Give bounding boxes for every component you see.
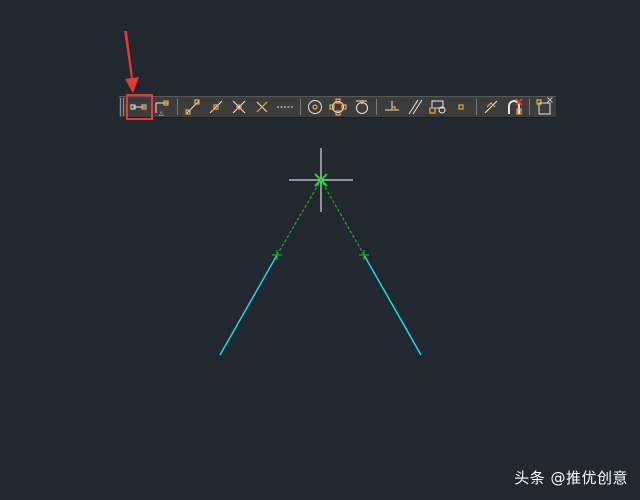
snap-to-intersection-button[interactable] <box>182 97 203 117</box>
snap-to-nearest-icon <box>484 100 498 114</box>
tracking-line-right <box>320 179 365 256</box>
snap-to-quadrant-button[interactable] <box>328 97 349 117</box>
snap-to-midpoint-icon: △ <box>155 100 170 116</box>
toolbar-grip[interactable] <box>120 98 126 116</box>
svg-text:△: △ <box>159 110 164 116</box>
snap-to-center-icon <box>308 100 323 114</box>
snap-to-midpoint-button[interactable]: △ <box>152 97 173 117</box>
toolbar-separator <box>528 99 530 115</box>
snap-to-perpendicular-x-button[interactable] <box>251 97 272 117</box>
snap-to-extension-button[interactable] <box>228 97 249 117</box>
snap-to-perpendicular-icon <box>384 101 399 111</box>
tracking-marker-right <box>359 250 369 260</box>
snap-to-perpendicular-x-icon <box>256 101 268 113</box>
snap-to-nearest-button[interactable] <box>481 97 502 117</box>
snap-to-endpoint-button[interactable] <box>125 94 153 120</box>
snap-to-extension-dashed-button[interactable] <box>275 97 296 117</box>
snap-to-parallel-icon <box>408 99 423 115</box>
snap-none-icon <box>508 98 523 115</box>
drawing-canvas[interactable] <box>0 0 640 500</box>
snap-none-button[interactable] <box>504 97 525 117</box>
snap-to-center-button[interactable] <box>305 97 326 117</box>
snap-to-perpendicular-button[interactable] <box>381 97 402 117</box>
snap-to-apparent-intersection-icon <box>209 100 223 114</box>
annotation-arrow <box>124 31 139 93</box>
snap-to-node-button[interactable] <box>451 97 472 117</box>
toolbar-close-button[interactable]: × <box>546 95 554 107</box>
snap-to-quadrant-icon <box>329 98 347 116</box>
snap-to-extension-icon <box>232 100 246 114</box>
snap-to-endpoint-icon <box>130 104 147 110</box>
snap-to-insert-icon <box>429 100 446 114</box>
snap-to-node-icon <box>458 104 464 110</box>
cyan-line-right[interactable] <box>363 254 422 356</box>
snap-to-tangent-icon <box>355 99 368 114</box>
toolbar-separator <box>376 99 378 115</box>
toolbar-separator <box>177 99 179 115</box>
snap-to-extension-dashed-icon <box>277 106 294 108</box>
snap-to-intersection-icon <box>184 99 200 115</box>
snap-to-parallel-button[interactable] <box>404 97 425 117</box>
watermark: 头条 @推优创意 <box>514 469 628 487</box>
cyan-line-left[interactable] <box>219 254 278 356</box>
snap-to-insert-button[interactable] <box>427 97 448 117</box>
tracking-marker-left <box>272 250 282 260</box>
toolbar-separator <box>475 99 477 115</box>
tracking-line-left <box>276 179 322 256</box>
snap-to-tangent-button[interactable] <box>351 97 372 117</box>
snap-to-apparent-intersection-button[interactable] <box>205 97 226 117</box>
toolbar-separator <box>299 99 301 115</box>
object-snap-toolbar: △ × <box>119 94 556 120</box>
